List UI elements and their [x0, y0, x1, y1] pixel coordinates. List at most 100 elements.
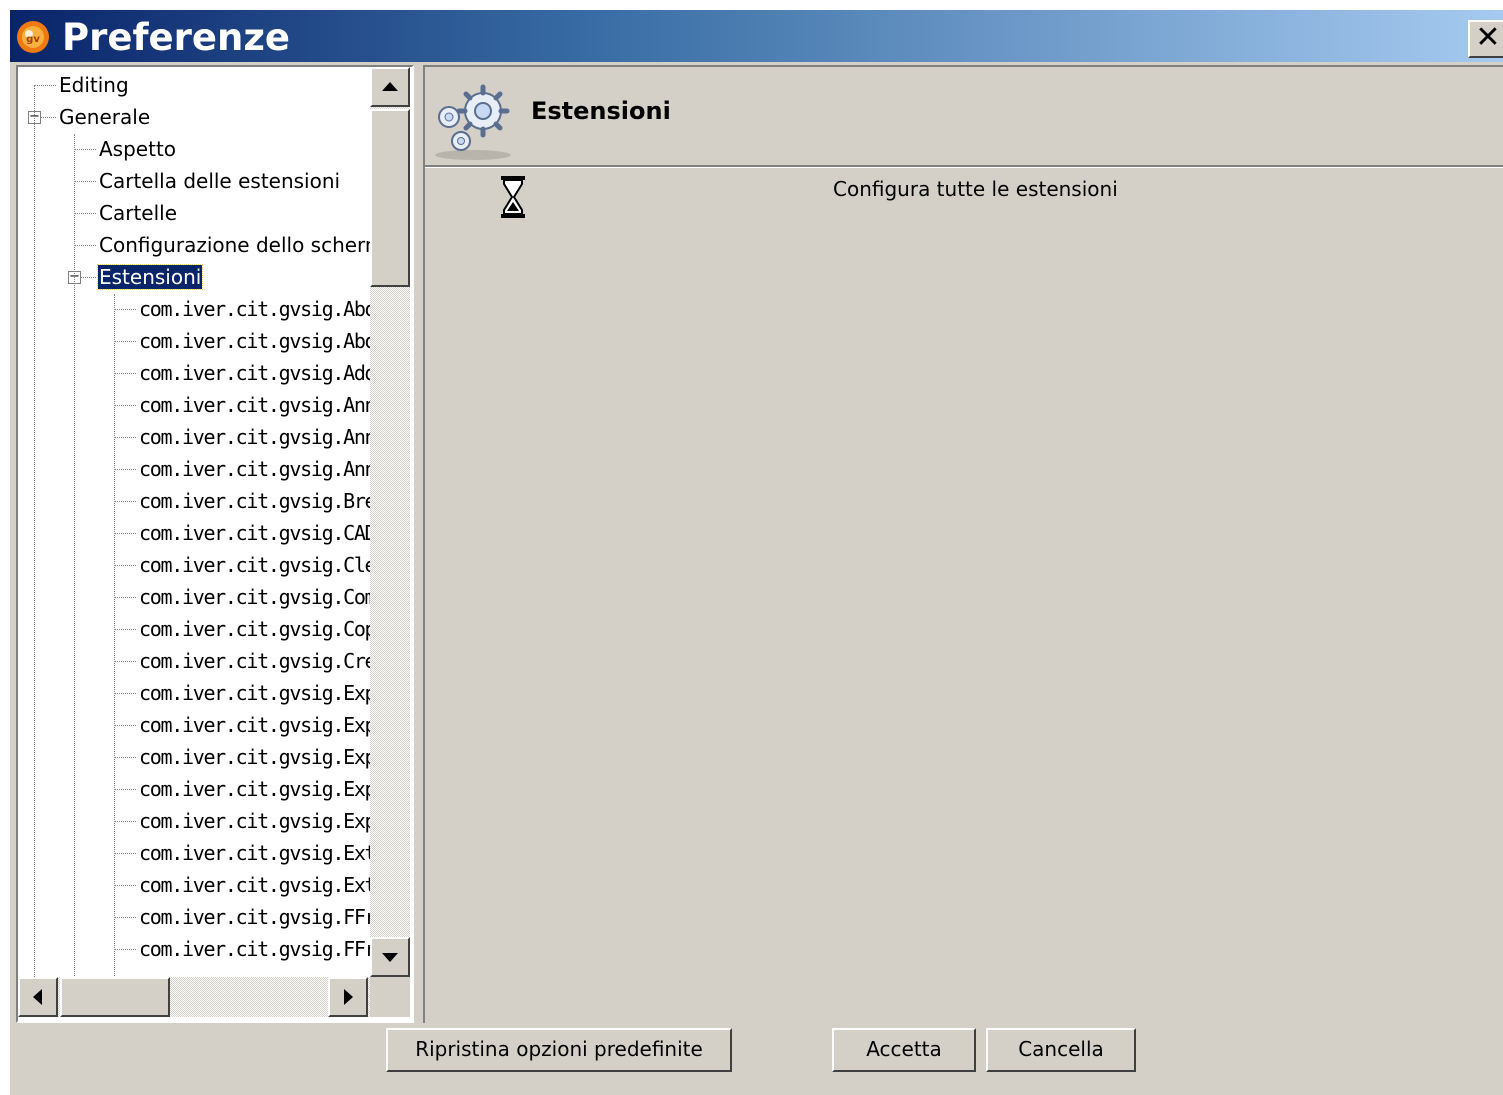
tree-item-label: Configurazione dello scherm [99, 233, 370, 257]
tree-connector [114, 501, 136, 502]
scroll-left-button[interactable] [18, 977, 58, 1017]
arrow-left-icon [33, 989, 42, 1005]
tree-connector [114, 341, 136, 342]
arrow-down-icon [382, 953, 398, 962]
preferences-content-panel: Estensioni Configura tutte le estensioni [423, 65, 1503, 1023]
tree-item-label: com.iver.cit.gvsig.Expor [139, 713, 370, 737]
tree-item[interactable]: com.iver.cit.gvsig.Exter [138, 870, 370, 900]
tree-item-label: Generale [59, 105, 151, 129]
close-button[interactable]: ✕ [1468, 20, 1503, 58]
title-bar[interactable]: gv Preferenze ✕ [10, 10, 1503, 62]
tree-item-label: com.iver.cit.gvsig.AddL [139, 361, 370, 385]
tree-item[interactable]: Aspetto [98, 134, 177, 164]
configure-all-extensions-label: Configura tutte le estensioni [833, 177, 1118, 201]
tree-item-label: com.iver.cit.gvsig.ExtDE [139, 841, 370, 865]
tree-item[interactable]: com.iver.cit.gvsig.Expor [138, 742, 370, 772]
tree-item[interactable]: com.iver.cit.gvsig.Anno [138, 454, 370, 484]
tree-item-label: com.iver.cit.gvsig.Anno [139, 393, 370, 417]
tree-connector [114, 597, 136, 598]
tree-item-label: Estensioni [96, 264, 204, 290]
section-header: Estensioni [425, 67, 1503, 167]
tree-item[interactable]: Cartelle [98, 198, 178, 228]
tree-item[interactable]: com.iver.cit.gvsig.Expor [138, 710, 370, 740]
tree-connector [74, 181, 96, 182]
tree-item-label: com.iver.cit.gvsig.Abou [139, 297, 370, 321]
tree-connector [114, 565, 136, 566]
tree-item-label: Cartelle [99, 201, 178, 225]
tree-connector [114, 949, 136, 950]
scroll-down-button[interactable] [370, 937, 410, 977]
tree-item-label: com.iver.cit.gvsig.Clear [139, 553, 370, 577]
tree-connector [114, 853, 136, 854]
gears-icon [435, 84, 511, 160]
tree-connector [74, 149, 96, 150]
vertical-scrollbar[interactable] [370, 67, 410, 977]
tree-item[interactable]: com.iver.cit.gvsig.Abou [138, 326, 370, 356]
close-icon: ✕ [1475, 20, 1501, 55]
vertical-scroll-thumb[interactable] [370, 109, 410, 287]
tree-item[interactable]: com.iver.cit.gvsig.Expor [138, 774, 370, 804]
tree-item-label: com.iver.cit.gvsig.CADE [139, 521, 370, 545]
tree-item[interactable]: com.iver.cit.gvsig.Explo [138, 678, 370, 708]
tree-connector [114, 309, 136, 310]
tree-item-label: com.iver.cit.gvsig.Comp [139, 585, 370, 609]
preferences-tree-panel: Editing − Generale Aspetto Cartella delle es… [16, 65, 414, 1023]
restore-defaults-button[interactable]: Ripristina opzioni predefinite [386, 1028, 732, 1072]
tree-item[interactable]: com.iver.cit.gvsig.Creat [138, 646, 370, 676]
tree-item-label: com.iver.cit.gvsig.FFrar [139, 905, 370, 929]
tree-item-label: com.iver.cit.gvsig.Exter [139, 873, 370, 897]
tree-item[interactable]: Cartella delle estensioni [98, 166, 341, 196]
tree-item[interactable]: com.iver.cit.gvsig.AddL [138, 358, 370, 388]
tree-item[interactable]: com.iver.cit.gvsig.CADE [138, 518, 370, 548]
tree-item-label: Editing [59, 73, 129, 97]
tree-item-label: com.iver.cit.gvsig.Copy [139, 617, 370, 641]
tree-item-label: Cartella delle estensioni [99, 169, 341, 193]
tree-item[interactable]: com.iver.cit.gvsig.FFrar [138, 902, 370, 932]
tree-connector [114, 469, 136, 470]
tree-item-label: com.iver.cit.gvsig.Anno [139, 425, 370, 449]
tree-item-label: com.iver.cit.gvsig.Explo [139, 681, 370, 705]
tree-item[interactable]: com.iver.cit.gvsig.Expre [138, 806, 370, 836]
tree-connector [74, 213, 96, 214]
tree-connector [114, 917, 136, 918]
tree-item[interactable]: com.iver.cit.gvsig.FFrar [138, 934, 370, 964]
tree-item[interactable]: com.iver.cit.gvsig.Comp [138, 582, 370, 612]
tree-item[interactable]: Editing [58, 70, 130, 100]
window-title: Preferenze [62, 16, 290, 59]
tree-item-label: com.iver.cit.gvsig.Creat [139, 649, 370, 673]
tree-item[interactable]: com.iver.cit.gvsig.Anno [138, 422, 370, 452]
cancel-button[interactable]: Cancella [986, 1028, 1136, 1072]
tree-item[interactable]: Estensioni [96, 262, 204, 292]
hourglass-icon [501, 176, 525, 218]
tree-item-label: com.iver.cit.gvsig.FFrar [139, 937, 370, 961]
svg-text:gv: gv [26, 34, 40, 45]
tree-connector [114, 789, 136, 790]
tree-item[interactable]: com.iver.cit.gvsig.Clear [138, 550, 370, 580]
tree-connector [114, 629, 136, 630]
tree-connector [114, 885, 136, 886]
tree-item-label: Aspetto [99, 137, 177, 161]
preferences-dialog: gv Preferenze ✕ Editing − Generale Aspetto C… [10, 10, 1503, 1095]
tree-item[interactable]: com.iver.cit.gvsig.Break [138, 486, 370, 516]
tree-connector [114, 725, 136, 726]
tree-guide [74, 134, 75, 977]
scroll-right-button[interactable] [328, 977, 368, 1017]
preferences-tree[interactable]: Editing − Generale Aspetto Cartella delle es… [18, 67, 370, 977]
tree-connector [114, 757, 136, 758]
tree-item[interactable]: com.iver.cit.gvsig.Anno [138, 390, 370, 420]
tree-item[interactable]: com.iver.cit.gvsig.ExtDE [138, 838, 370, 868]
tree-item-label: com.iver.cit.gvsig.Break [139, 489, 370, 513]
tree-item[interactable]: Configurazione dello scherm [98, 230, 370, 260]
tree-item-label: com.iver.cit.gvsig.Abou [139, 329, 370, 353]
tree-connector [114, 373, 136, 374]
scroll-up-button[interactable] [370, 67, 410, 107]
tree-item[interactable]: Generale [58, 102, 151, 132]
arrow-right-icon [344, 989, 353, 1005]
tree-connector [114, 821, 136, 822]
horizontal-scroll-thumb[interactable] [60, 977, 170, 1017]
tree-item[interactable]: com.iver.cit.gvsig.Copy [138, 614, 370, 644]
tree-connector [74, 245, 96, 246]
horizontal-scrollbar[interactable] [18, 977, 370, 1017]
tree-item[interactable]: com.iver.cit.gvsig.Abou [138, 294, 370, 324]
accept-button[interactable]: Accetta [832, 1028, 976, 1072]
